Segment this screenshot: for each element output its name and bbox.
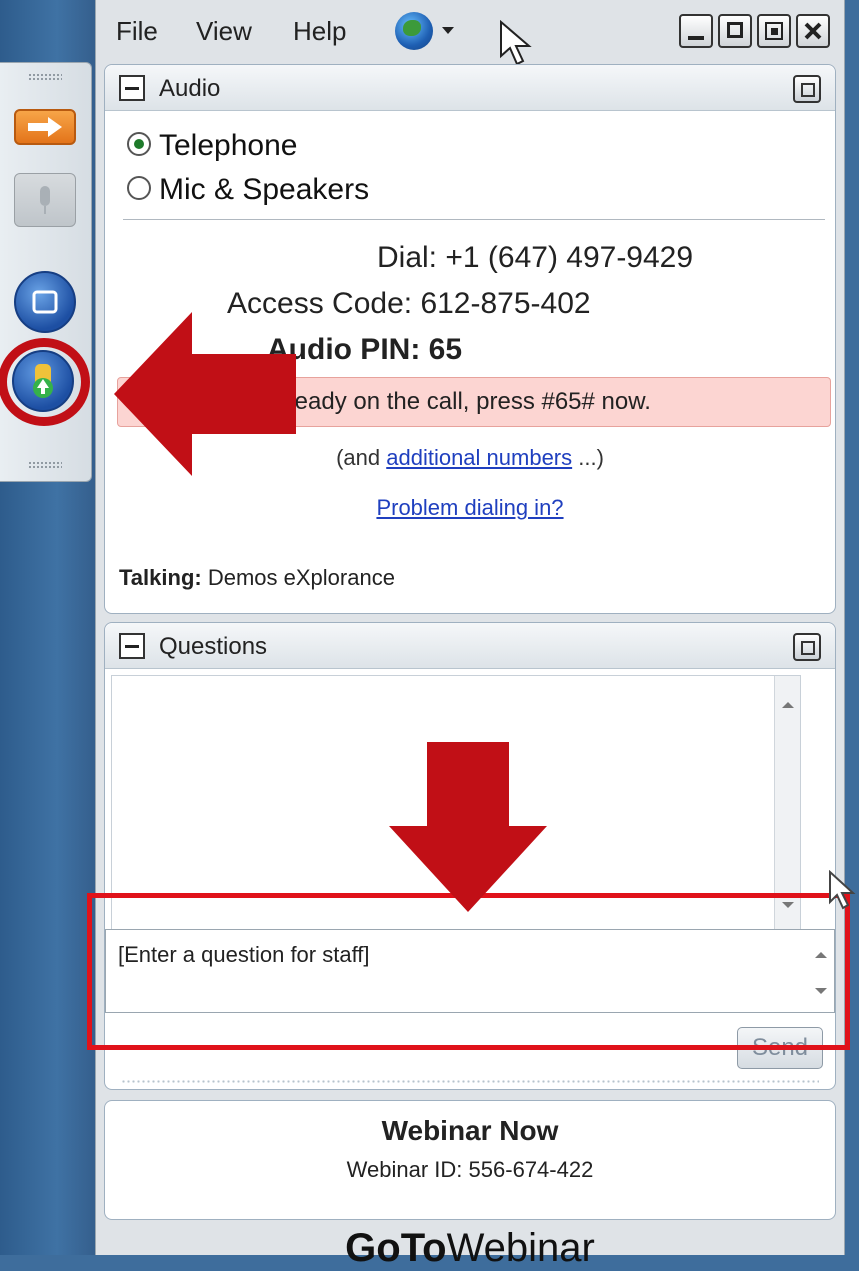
menu-file[interactable]: File [116, 16, 158, 47]
webinar-info: Webinar Now Webinar ID: 556-674-422 [104, 1100, 836, 1220]
brand-part2: Webinar [446, 1226, 595, 1270]
mouse-cursor-right-icon [829, 870, 856, 910]
annotation-highlight-box [87, 893, 850, 1050]
brand-logo: GoToWebinar [96, 1226, 844, 1271]
close-button[interactable] [796, 14, 830, 48]
menu-help[interactable]: Help [293, 16, 346, 47]
annotation-circle [0, 338, 90, 426]
mic-speakers-label: Mic & Speakers [159, 173, 370, 206]
dial-label: Dial: [377, 241, 438, 274]
brand-part1: GoTo [345, 1226, 447, 1270]
mic-speakers-option[interactable]: Mic & Speakers [127, 173, 369, 207]
mouse-cursor-icon [500, 20, 532, 66]
scroll-up-icon[interactable] [782, 702, 794, 708]
globe-icon[interactable] [395, 12, 433, 50]
access-code-value: 612-875-402 [420, 287, 591, 320]
audio-pin-value: 65 [428, 333, 463, 366]
audio-popout-button[interactable] [793, 75, 821, 103]
talking-line: Talking: Demos eXplorance [119, 565, 395, 591]
chevron-down-icon[interactable] [442, 27, 454, 34]
show-hide-panel-button[interactable] [14, 109, 76, 145]
audio-title: Audio [159, 75, 221, 102]
mic-icon [40, 186, 50, 214]
close-icon [804, 22, 822, 40]
popout-button[interactable] [757, 14, 791, 48]
screen-button[interactable] [14, 271, 76, 333]
questions-popout-button[interactable] [793, 633, 821, 661]
telephone-label: Telephone [159, 129, 298, 162]
questions-header: Questions [105, 623, 835, 669]
resize-grip[interactable] [121, 1079, 819, 1085]
webinar-id-value: 556-674-422 [468, 1157, 594, 1182]
menu-view[interactable]: View [196, 16, 252, 47]
collapse-questions-button[interactable] [119, 633, 145, 659]
additional-prefix: (and [336, 445, 387, 470]
telephone-option[interactable]: Telephone [127, 129, 297, 163]
arrow-right-icon [28, 117, 62, 137]
problem-line: Problem dialing in? [105, 495, 835, 521]
mic-button[interactable] [14, 173, 76, 227]
webinar-title: Webinar Now [381, 1115, 559, 1146]
dial-number: +1 (647) 497-9429 [445, 241, 694, 274]
maximize-button[interactable] [718, 14, 752, 48]
audio-header: Audio [105, 65, 835, 111]
minimize-button[interactable] [679, 14, 713, 48]
annotation-arrow-down-icon [389, 742, 547, 912]
toolbar-grip-bottom[interactable] [28, 461, 62, 469]
toolbar-grip-top[interactable] [28, 73, 62, 81]
dial-line: Dial: +1 (647) 497-9429 [377, 241, 693, 275]
control-panel: File View Help Audio Telephone Mic & Spe… [95, 0, 846, 1270]
questions-title: Questions [159, 633, 268, 660]
collapse-audio-button[interactable] [119, 75, 145, 101]
mic-speakers-radio[interactable] [127, 176, 151, 201]
talking-label: Talking: [119, 565, 202, 590]
telephone-radio[interactable] [127, 132, 151, 157]
annotation-arrow-left-icon [114, 312, 296, 476]
additional-suffix: ...) [572, 445, 604, 470]
divider [123, 219, 825, 220]
webinar-id-label: Webinar ID: [346, 1157, 463, 1182]
talking-name: Demos eXplorance [207, 565, 395, 590]
problem-dialing-link[interactable]: Problem dialing in? [376, 495, 563, 520]
additional-numbers-link[interactable]: additional numbers [386, 445, 572, 470]
screen-icon [32, 290, 58, 314]
webinar-id-line: Webinar ID: 556-674-422 [105, 1157, 835, 1183]
menu-bar: File View Help [96, 0, 846, 66]
